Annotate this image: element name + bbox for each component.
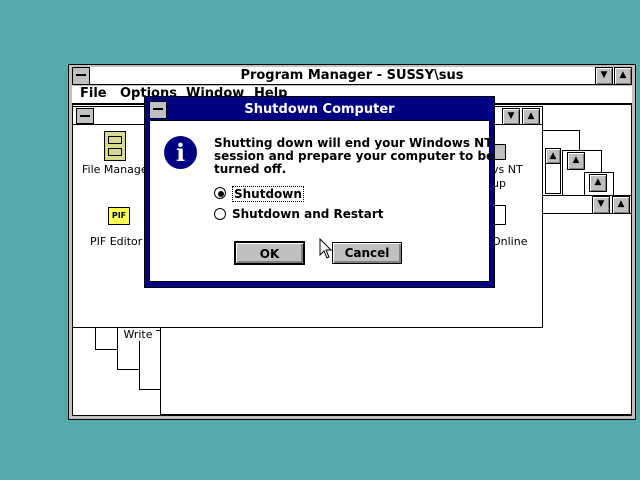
- main-group-system-menu[interactable]: [76, 108, 94, 124]
- right-window-maximize-2[interactable]: ▲: [589, 174, 607, 192]
- info-icon: i: [164, 136, 197, 169]
- main-group-maximize-button[interactable]: ▲: [522, 108, 540, 125]
- minimize-button[interactable]: ▼: [595, 67, 613, 85]
- shutdown-radio[interactable]: [214, 187, 226, 199]
- up-arrow-icon: ▲: [619, 70, 627, 80]
- shutdown-dialog-title: Shutdown Computer: [244, 102, 395, 117]
- dialog-message-line-2: session and prepare your computer to be: [214, 149, 495, 163]
- up-arrow-icon: ▲: [549, 151, 557, 161]
- write-icon-label[interactable]: Write: [120, 328, 156, 341]
- menu-file[interactable]: File: [80, 86, 107, 101]
- pif-editor-icon[interactable]: PIF: [108, 207, 130, 225]
- maximize-button[interactable]: ▲: [614, 67, 632, 85]
- scroll-up-button[interactable]: ▲: [545, 148, 561, 164]
- cancel-button[interactable]: Cancel: [332, 242, 402, 264]
- down-arrow-icon: ▼: [507, 111, 515, 121]
- up-arrow-icon: ▲: [594, 177, 602, 187]
- ok-button[interactable]: OK: [234, 241, 305, 265]
- dialog-message-line-3: turned off.: [214, 162, 287, 176]
- mouse-cursor-icon: [319, 238, 333, 259]
- up-arrow-icon: ▲: [572, 155, 580, 165]
- up-arrow-icon: ▲: [617, 199, 625, 209]
- shutdown-restart-radio[interactable]: [214, 208, 226, 220]
- up-arrow-icon: ▲: [527, 111, 535, 121]
- program-manager-title: Program Manager - SUSSY\sus: [240, 68, 464, 83]
- down-arrow-icon: ▼: [600, 70, 608, 80]
- large-group-maximize-button[interactable]: ▲: [612, 196, 630, 214]
- online-label[interactable]: Online: [492, 235, 527, 248]
- shutdown-radio-label[interactable]: Shutdown: [232, 186, 304, 202]
- shutdown-dialog-titlebar[interactable]: Shutdown Computer: [149, 101, 490, 119]
- file-cabinet-icon[interactable]: [104, 131, 126, 161]
- program-manager-titlebar[interactable]: Program Manager - SUSSY\sus: [72, 67, 632, 85]
- large-group-minimize-button[interactable]: ▼: [592, 196, 610, 214]
- system-menu-box[interactable]: [72, 67, 90, 85]
- shutdown-restart-radio-label[interactable]: Shutdown and Restart: [232, 207, 384, 221]
- down-arrow-icon: ▼: [597, 199, 605, 209]
- dialog-message-line-1: Shutting down will end your Windows NT: [214, 136, 493, 150]
- right-window-maximize-1[interactable]: ▲: [567, 152, 585, 170]
- pif-editor-label[interactable]: PIF Editor: [90, 235, 142, 248]
- main-group-minimize-button[interactable]: ▼: [502, 108, 520, 125]
- file-manager-label[interactable]: File Manage: [82, 163, 148, 176]
- nt-setup-label-1[interactable]: vs NT: [492, 163, 523, 176]
- dialog-system-menu[interactable]: [149, 101, 167, 119]
